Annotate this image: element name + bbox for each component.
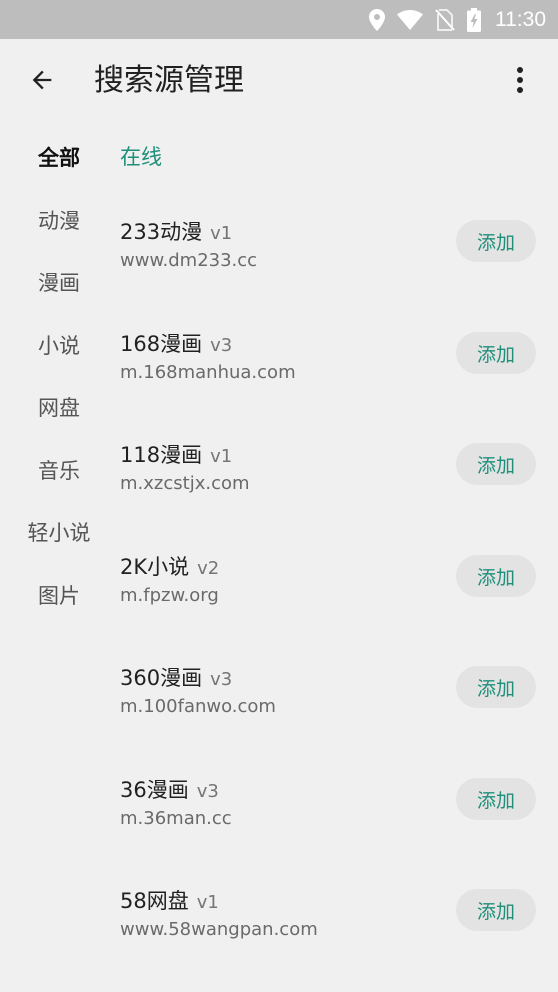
section-header-online: 在线	[120, 145, 162, 169]
source-url: www.dm233.cc	[120, 250, 258, 271]
source-item[interactable]: 233动漫 v1 www.dm233.cc 添加	[118, 217, 558, 307]
add-source-button[interactable]: 添加	[456, 220, 536, 262]
source-name: 118漫画	[120, 443, 203, 467]
location-icon	[369, 8, 385, 31]
source-version: v3	[210, 335, 233, 356]
source-url: m.36man.cc	[120, 808, 232, 829]
category-item-light-novel[interactable]: 轻小说	[0, 504, 118, 560]
battery-charging-icon	[467, 7, 481, 32]
source-name: 58网盘	[120, 889, 189, 913]
toolbar: 搜索源管理	[0, 39, 558, 125]
no-sim-icon	[435, 8, 455, 31]
category-item-manga[interactable]: 漫画	[0, 254, 118, 310]
add-source-button[interactable]: 添加	[456, 443, 536, 485]
source-item[interactable]: 360漫画 v3 m.100fanwo.com 添加	[118, 663, 558, 753]
wifi-icon	[397, 9, 423, 30]
status-icons: 11:30	[369, 0, 546, 39]
source-url: m.fpzw.org	[120, 585, 219, 606]
more-vert-icon	[516, 66, 524, 98]
arrow-back-icon	[28, 66, 56, 98]
source-name: 168漫画	[120, 332, 203, 356]
category-item-cloud-drive[interactable]: 网盘	[0, 379, 118, 435]
source-url: m.xzcstjx.com	[120, 473, 250, 494]
category-item-anime[interactable]: 动漫	[0, 192, 118, 248]
add-source-button[interactable]: 添加	[456, 332, 536, 374]
source-url: m.168manhua.com	[120, 362, 296, 383]
page-title: 搜索源管理	[94, 63, 244, 98]
add-source-button[interactable]: 添加	[456, 666, 536, 708]
add-source-button[interactable]: 添加	[456, 555, 536, 597]
source-item[interactable]: 36漫画 v3 m.36man.cc 添加	[118, 775, 558, 865]
source-url: www.58wangpan.com	[120, 919, 318, 940]
add-source-button[interactable]: 添加	[456, 889, 536, 931]
source-name: 360漫画	[120, 666, 203, 690]
source-version: v2	[197, 558, 220, 579]
source-version: v3	[196, 781, 219, 802]
source-name: 233动漫	[120, 220, 203, 244]
source-item[interactable]: 2K小说 v2 m.fpzw.org 添加	[118, 552, 558, 642]
source-name: 2K小说	[120, 555, 190, 579]
more-options-button[interactable]	[496, 60, 544, 104]
status-time: 11:30	[495, 7, 546, 31]
category-item-images[interactable]: 图片	[0, 567, 118, 623]
source-version: v1	[210, 223, 233, 244]
source-name: 36漫画	[120, 778, 189, 802]
source-url: m.100fanwo.com	[120, 696, 276, 717]
category-item-novel[interactable]: 小说	[0, 317, 118, 373]
source-item[interactable]: 58网盘 v1 www.58wangpan.com 添加	[118, 886, 558, 976]
category-item-music[interactable]: 音乐	[0, 442, 118, 498]
add-source-button[interactable]: 添加	[456, 778, 536, 820]
category-item-all[interactable]: 全部	[0, 129, 118, 185]
source-version: v3	[210, 669, 233, 690]
source-item[interactable]: 168漫画 v3 m.168manhua.com 添加	[118, 329, 558, 419]
status-bar: 11:30	[0, 0, 558, 39]
source-version: v1	[210, 446, 233, 467]
back-button[interactable]	[18, 60, 66, 104]
source-item[interactable]: 118漫画 v1 m.xzcstjx.com 添加	[118, 440, 558, 530]
source-version: v1	[196, 892, 219, 913]
